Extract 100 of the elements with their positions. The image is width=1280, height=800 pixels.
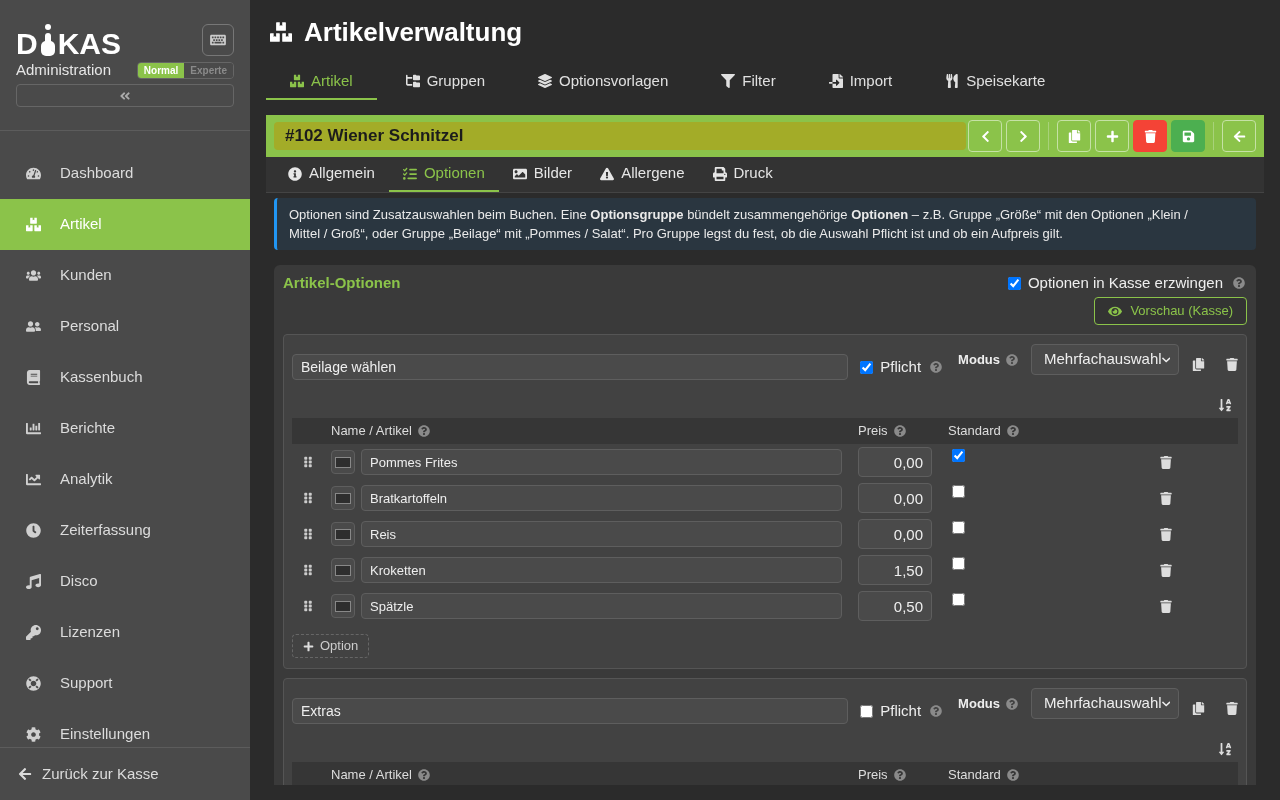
color-picker-button[interactable] [331,450,355,474]
copy-icon [1192,358,1205,371]
column-header: Standard [948,421,1019,441]
sort-alpha-icon [1218,398,1232,412]
option-name-input[interactable]: Reis [361,521,842,547]
key-icon [25,625,41,640]
page-title: Artikelverwaltung [304,15,523,49]
column-header: Preis [858,765,906,785]
sort-button[interactable] [1218,398,1232,412]
mode-label: Modus [958,695,1000,713]
default-checkbox[interactable] [952,557,965,570]
drag-handle-icon[interactable] [304,528,312,540]
delete-option-button[interactable] [1160,527,1172,541]
force-options-label: Optionen in Kasse erzwingen [1027,272,1223,293]
info-icon [288,166,302,181]
help-icon [930,361,943,373]
mode-label: Modus [958,351,1000,369]
drag-handle-icon[interactable] [304,492,312,504]
mode-select[interactable]: Mehrfachauswahl [1031,688,1179,719]
required-checkbox[interactable] [860,704,874,718]
help-icon [417,425,430,437]
copy-group-button[interactable] [1192,702,1205,715]
boxes-icon [270,21,292,43]
trash-icon [1160,599,1172,613]
force-options-checkbox[interactable] [1007,276,1021,290]
mode-select[interactable]: Mehrfachauswahl [1031,344,1179,375]
book-icon [25,370,41,385]
delete-option-button[interactable] [1160,491,1172,505]
add-option-button[interactable]: Option [292,634,370,658]
trash-icon [1160,491,1172,505]
back-to-register-link[interactable]: Zurück zur Kasse [18,762,159,786]
delete-group-button[interactable] [1226,358,1238,371]
arrow-left-icon [18,767,32,781]
save-button[interactable] [1171,120,1205,152]
default-checkbox[interactable] [952,593,965,606]
delete-group-button[interactable] [1226,702,1238,715]
color-picker-button[interactable] [331,486,355,510]
price-input[interactable]: 0,00 [858,519,932,549]
color-swatch-icon [335,564,351,576]
info-box: Optionen sind Zusatzauswahlen beim Buchen. Eine Optionsgruppe bündelt zusammengehörige Optionen – z.B. Gruppe „Größe“ mit den Optionen „Klein / Mittel / Groß“, oder Gruppe „Beilage“ mit „Pommes / Salat“. Pro Gruppe legst du fest, ob die Auswahl Pflicht ist und ob ein Aufpreis gilt. [274,198,1256,250]
settings-icon [25,727,41,742]
bar-chart-icon [25,421,41,436]
price-input[interactable]: 0,50 [858,591,932,621]
help-icon [1006,425,1019,437]
default-checkbox[interactable] [952,449,965,462]
price-input[interactable]: 0,00 [858,447,932,477]
help-icon [417,769,430,781]
sort-button[interactable] [1218,742,1232,756]
column-header: Standard [948,765,1019,785]
delete-option-button[interactable] [1160,599,1172,613]
option-name-input[interactable]: Pommes Frites [361,449,842,475]
required-label: Pflicht [880,700,922,721]
option-name-input[interactable]: Spätzle [361,593,842,619]
group-name-input[interactable]: Extras [292,698,849,724]
keyboard-icon [210,33,226,47]
trash-icon [1226,702,1238,715]
color-picker-button[interactable] [331,558,355,582]
price-input[interactable]: 1,50 [858,555,932,585]
users-icon [25,268,41,283]
checklist-icon [402,166,417,181]
delete-button[interactable] [1133,120,1167,152]
delete-option-button[interactable] [1160,563,1172,577]
copy-group-button[interactable] [1192,358,1205,371]
help-icon [930,705,943,717]
group-name-input[interactable]: Beilage wählen [292,354,849,380]
keyboard-button[interactable] [202,24,234,56]
color-picker-button[interactable] [331,522,355,546]
color-swatch-icon [335,492,351,504]
default-checkbox[interactable] [952,485,965,498]
drag-handle-icon[interactable] [304,600,312,612]
drag-handle-icon[interactable] [304,456,312,468]
image-icon [512,166,527,181]
trash-icon [1160,563,1172,577]
music-note-icon [25,574,41,589]
price-input[interactable]: 0,00 [858,483,932,513]
help-icon [1006,769,1019,781]
color-swatch-icon [335,528,351,540]
default-checkbox[interactable] [952,521,965,534]
article-title-field[interactable]: #102 Wiener Schnitzel [274,122,966,150]
option-name-input[interactable]: Kroketten [361,557,842,583]
color-swatch-icon [335,600,351,612]
color-picker-button[interactable] [331,594,355,618]
help-icon [1006,697,1018,710]
copy-icon [1067,129,1081,143]
required-checkbox[interactable] [860,360,874,374]
trash-icon [1160,455,1172,469]
two-users-icon [25,319,41,334]
filter-icon [721,74,736,88]
preview-button[interactable]: Vorschau (Kasse) [1094,297,1247,325]
trash-icon [1143,129,1157,143]
help-icon [1233,277,1245,289]
column-header: Name / Artikel [331,421,430,441]
required-label: Pflicht [880,356,922,377]
drag-handle-icon[interactable] [304,564,312,576]
help-icon [893,425,906,437]
warning-icon [600,166,615,181]
arrow-left-icon [1232,129,1246,143]
option-name-input[interactable]: Bratkartoffeln [361,485,842,511]
layers-icon [538,74,553,88]
delete-option-button[interactable] [1160,455,1172,469]
